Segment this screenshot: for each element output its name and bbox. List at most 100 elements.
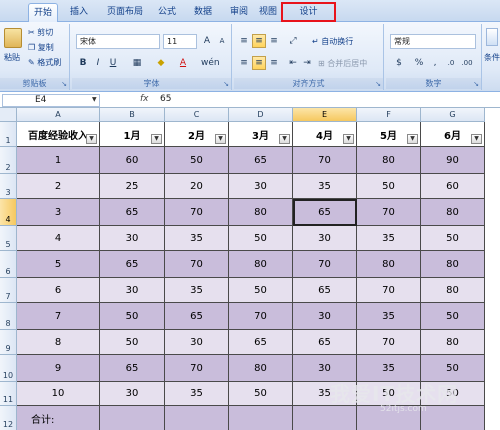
font-launcher-icon[interactable]: ↘ (223, 80, 229, 88)
clipboard-launcher-icon[interactable]: ↘ (61, 80, 67, 88)
table-cell[interactable]: 65 (293, 278, 357, 303)
table-cell[interactable]: 50 (165, 147, 229, 174)
table-header-cell[interactable]: 2月 ▼ (165, 122, 229, 147)
table-cell[interactable]: 30 (293, 303, 357, 330)
row-header-1[interactable]: 1 (0, 122, 17, 147)
table-cell[interactable]: 65 (229, 147, 293, 174)
bold-icon[interactable]: B (76, 56, 90, 70)
table-cell[interactable]: 70 (165, 199, 229, 226)
table-cell[interactable]: 65 (100, 355, 165, 382)
select-all-corner[interactable] (0, 108, 17, 122)
merge-center-button[interactable]: ⊞ 合并后居中 (318, 58, 367, 69)
table-cell[interactable]: 30 (229, 174, 293, 199)
table-cell[interactable]: 50 (229, 278, 293, 303)
table-cell[interactable]: 30 (100, 226, 165, 251)
table-cell[interactable]: 50 (229, 382, 293, 406)
table-cell[interactable]: 8 (17, 330, 100, 355)
format-painter-button[interactable]: ✎ 格式刷 (28, 57, 61, 68)
table-cell[interactable]: 6 (17, 278, 100, 303)
row-header-6[interactable]: 6 (0, 251, 17, 278)
total-cell[interactable] (229, 406, 293, 430)
tab-formulas[interactable]: 公式 (152, 3, 182, 22)
column-header-d[interactable]: D (229, 108, 293, 122)
column-header-b[interactable]: B (100, 108, 165, 122)
table-cell[interactable]: 1 (17, 147, 100, 174)
table-cell[interactable]: 80 (421, 278, 485, 303)
table-cell[interactable]: 35 (165, 278, 229, 303)
tab-insert[interactable]: 插入 (64, 3, 94, 22)
column-header-e[interactable]: E (293, 108, 357, 122)
row-header-5[interactable]: 5 (0, 226, 17, 251)
filter-dropdown-icon[interactable]: ▼ (279, 134, 290, 144)
table-cell[interactable]: 70 (229, 303, 293, 330)
column-header-a[interactable]: A (17, 108, 100, 122)
table-cell[interactable]: 10 (17, 382, 100, 406)
filter-dropdown-icon[interactable]: ▼ (215, 134, 226, 144)
table-cell[interactable]: 35 (357, 303, 421, 330)
align-top-icon[interactable]: ≡ (237, 34, 251, 48)
table-cell[interactable]: 50 (100, 330, 165, 355)
font-name-select[interactable]: 宋体 (76, 34, 160, 49)
table-cell[interactable]: 80 (357, 147, 421, 174)
table-cell[interactable]: 80 (229, 251, 293, 278)
row-header-9[interactable]: 9 (0, 330, 17, 355)
border-icon[interactable]: ▦ (130, 56, 144, 70)
table-cell[interactable]: 80 (421, 251, 485, 278)
increase-indent-icon[interactable]: ⇥ (300, 56, 314, 70)
table-cell[interactable]: 30 (100, 278, 165, 303)
grow-font-icon[interactable]: A (200, 34, 214, 48)
table-cell[interactable]: 70 (357, 278, 421, 303)
table-cell[interactable]: 65 (100, 199, 165, 226)
table-cell[interactable]: 70 (293, 251, 357, 278)
filter-dropdown-icon[interactable]: ▼ (151, 134, 162, 144)
table-cell[interactable]: 65 (100, 251, 165, 278)
table-cell[interactable]: 30 (293, 226, 357, 251)
table-cell[interactable]: 3 (17, 199, 100, 226)
table-cell[interactable]: 35 (165, 382, 229, 406)
formula-input[interactable]: 65 (160, 94, 171, 104)
wrap-text-button[interactable]: ↵ 自动换行 (312, 36, 353, 47)
table-header-cell[interactable]: 4月 ▼ (293, 122, 357, 147)
table-cell[interactable]: 25 (100, 174, 165, 199)
table-header-cell[interactable]: 5月 ▼ (357, 122, 421, 147)
table-header-cell[interactable]: 6月 ▼ (421, 122, 485, 147)
tab-view[interactable]: 视图 (258, 3, 278, 22)
table-cell[interactable]: 70 (165, 355, 229, 382)
table-cell[interactable]: 70 (165, 251, 229, 278)
percent-icon[interactable]: % (412, 56, 426, 70)
table-cell[interactable]: 80 (421, 330, 485, 355)
table-cell[interactable]: 5 (17, 251, 100, 278)
filter-dropdown-icon[interactable]: ▼ (86, 134, 97, 144)
decrease-decimal-icon[interactable]: .00 (460, 56, 474, 70)
align-center-icon[interactable]: ≡ (252, 56, 266, 70)
table-cell[interactable]: 35 (165, 226, 229, 251)
table-cell[interactable]: 65 (165, 303, 229, 330)
align-middle-icon[interactable]: ≡ (252, 34, 266, 48)
table-cell[interactable]: 65 (293, 330, 357, 355)
phonetic-icon[interactable]: wén (200, 56, 220, 70)
table-cell[interactable]: 70 (357, 330, 421, 355)
table-cell[interactable]: 35 (293, 174, 357, 199)
name-box[interactable]: E4 (2, 94, 100, 107)
filter-dropdown-icon[interactable]: ▼ (407, 134, 418, 144)
table-cell[interactable]: 80 (229, 199, 293, 226)
total-cell[interactable] (293, 406, 357, 430)
table-cell[interactable]: 80 (421, 199, 485, 226)
table-cell[interactable]: 30 (165, 330, 229, 355)
align-left-icon[interactable]: ≡ (237, 56, 251, 70)
table-cell[interactable]: 60 (100, 147, 165, 174)
row-header-7[interactable]: 7 (0, 278, 17, 303)
table-cell[interactable]: 35 (357, 226, 421, 251)
table-cell[interactable]: 9 (17, 355, 100, 382)
tab-page-layout[interactable]: 页面布局 (102, 3, 148, 22)
increase-decimal-icon[interactable]: .0 (444, 56, 458, 70)
table-cell[interactable]: 90 (421, 147, 485, 174)
name-box-dropdown-icon[interactable]: ▼ (92, 96, 97, 103)
table-cell[interactable]: 50 (421, 303, 485, 330)
number-format-select[interactable]: 常规 (390, 34, 476, 49)
table-cell[interactable]: 2 (17, 174, 100, 199)
row-header-11[interactable]: 11 (0, 382, 17, 406)
number-launcher-icon[interactable]: ↘ (473, 80, 479, 88)
italic-icon[interactable]: I (91, 56, 105, 70)
tab-home[interactable]: 开始 (28, 3, 58, 22)
